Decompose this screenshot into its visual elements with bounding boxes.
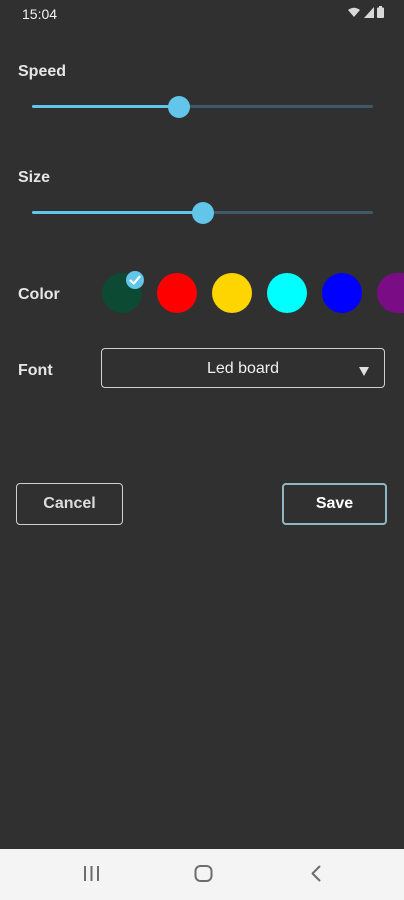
back-icon[interactable]: [310, 865, 322, 887]
color-swatch-purple[interactable]: [377, 273, 404, 313]
size-slider-thumb[interactable]: [191, 202, 214, 224]
size-slider-fill: [32, 211, 203, 214]
triangle-down-icon: [359, 363, 369, 381]
speed-slider-thumb[interactable]: [167, 96, 190, 118]
wifi-icon: [347, 7, 361, 18]
signal-icon: [364, 7, 374, 18]
status-icons: [347, 6, 384, 18]
status-time: 15:04: [22, 6, 58, 22]
recent-apps-icon[interactable]: [83, 865, 100, 887]
save-button[interactable]: Save: [282, 483, 387, 525]
font-select[interactable]: Led board: [101, 348, 385, 388]
home-icon[interactable]: [194, 865, 213, 887]
color-swatch-red[interactable]: [157, 273, 197, 313]
color-label: Color: [18, 286, 60, 303]
color-swatch-yellow[interactable]: [212, 273, 252, 313]
font-label: Font: [18, 362, 53, 379]
color-swatch-cyan[interactable]: [267, 273, 307, 313]
font-select-value: Led board: [206, 360, 280, 377]
check-icon: [126, 271, 144, 289]
battery-icon: [377, 6, 384, 18]
status-bar: 15:04: [0, 0, 404, 28]
system-nav-bar: [0, 849, 404, 900]
speed-slider[interactable]: [32, 95, 373, 119]
cancel-button[interactable]: Cancel: [16, 483, 123, 525]
size-label: Size: [18, 169, 51, 186]
speed-label: Speed: [18, 63, 67, 80]
size-slider[interactable]: [32, 201, 373, 225]
color-swatch-blue[interactable]: [322, 273, 362, 313]
speed-slider-fill: [32, 105, 179, 108]
